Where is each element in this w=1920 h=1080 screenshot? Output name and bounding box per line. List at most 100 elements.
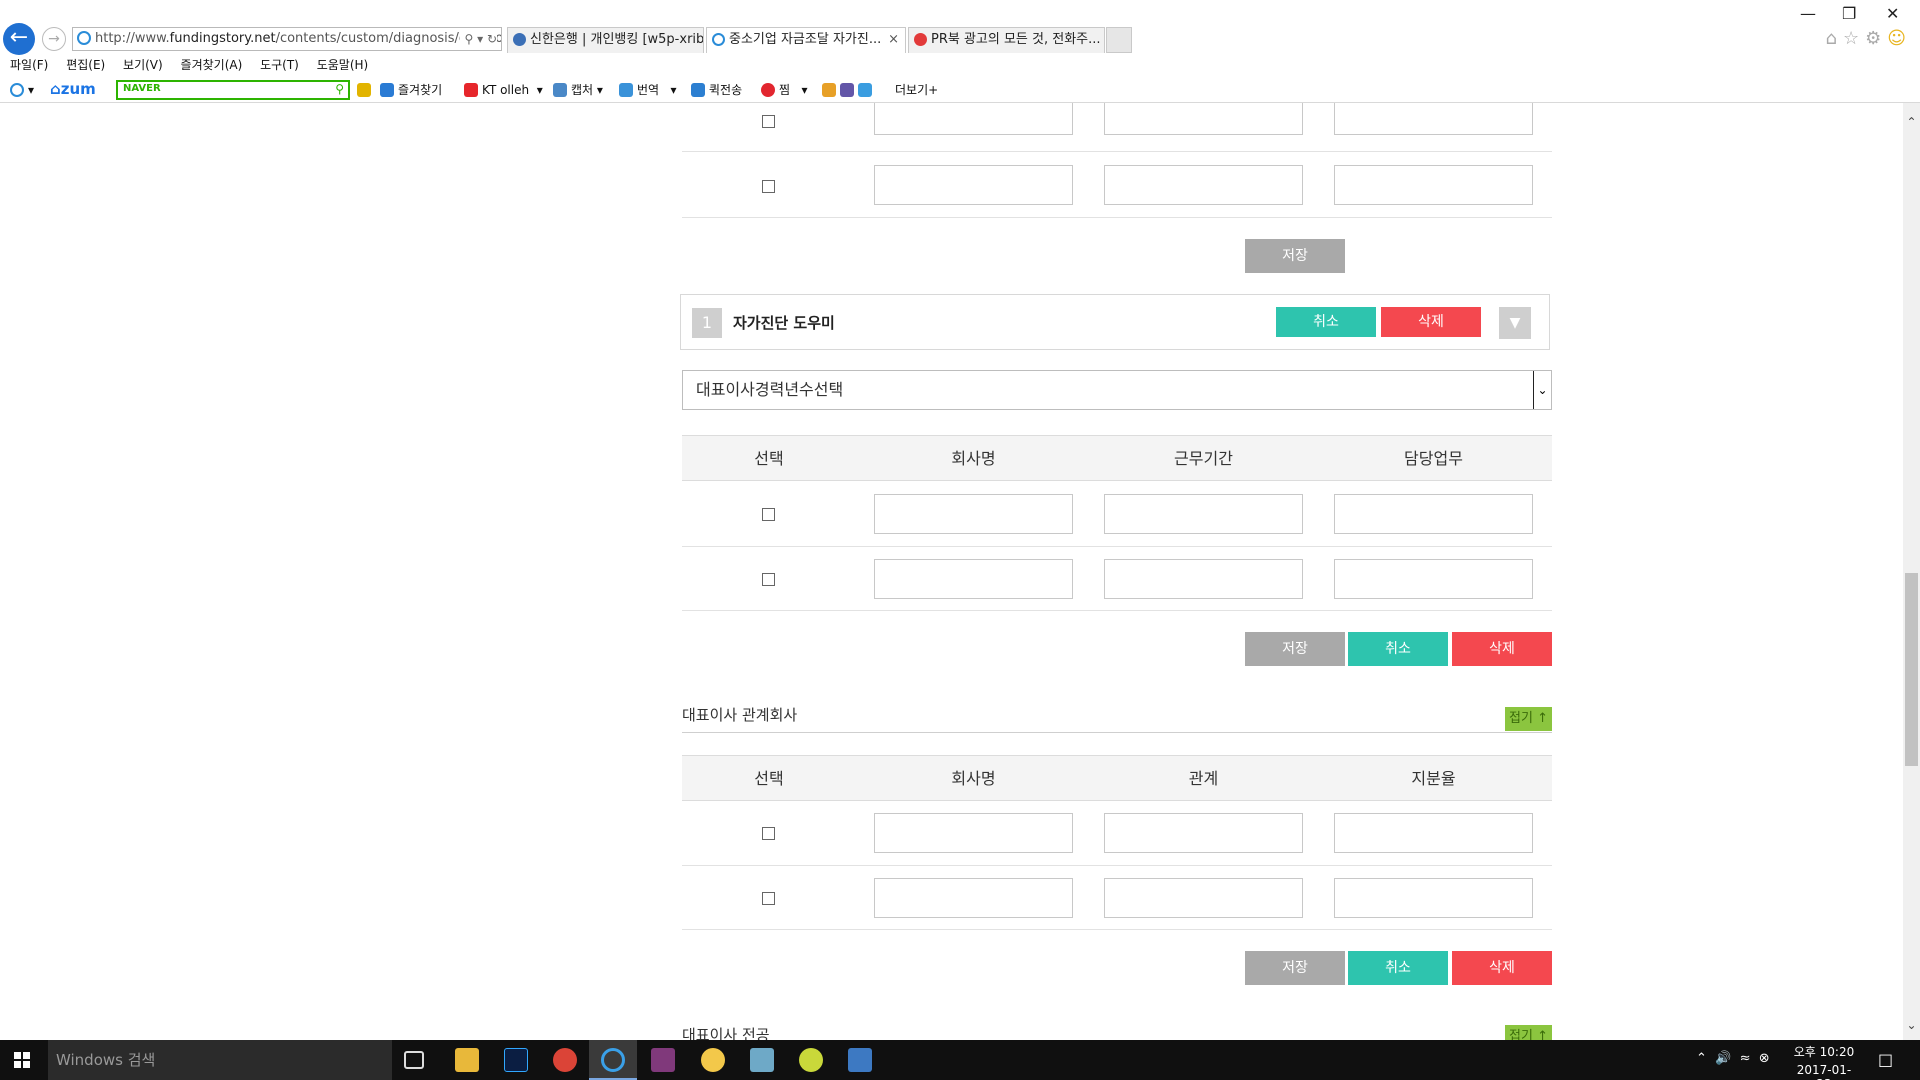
restore-button[interactable]: ❐: [1842, 4, 1856, 23]
row-checkbox[interactable]: [762, 508, 775, 521]
duty-input[interactable]: [1334, 494, 1533, 534]
clock-time: 오후 10:20: [1793, 1045, 1855, 1059]
save-button[interactable]: 저장: [1245, 632, 1345, 666]
photoshop-icon[interactable]: [504, 1048, 528, 1072]
tab-fundingstory[interactable]: 중소기업 자금조달 자가진... ×: [706, 27, 906, 53]
company-name-input[interactable]: [874, 165, 1073, 205]
cancel-button[interactable]: 취소: [1348, 951, 1448, 985]
kt-olleh-link[interactable]: KT olleh ▾: [464, 79, 543, 101]
tab-shinhan[interactable]: 신한은행 | 개인뱅킹 [w5p-xrib...: [507, 27, 704, 53]
period-input[interactable]: [1104, 559, 1303, 599]
company-name-input[interactable]: [874, 103, 1073, 135]
cancel-button[interactable]: 취소: [1348, 632, 1448, 666]
favorites-link[interactable]: 즐겨찾기: [380, 79, 442, 101]
menu-favorites[interactable]: 즐겨찾기(A): [181, 56, 243, 73]
company-name-input[interactable]: [874, 559, 1073, 599]
company-name-input[interactable]: [874, 878, 1073, 918]
tab-close-icon[interactable]: ×: [888, 28, 899, 52]
remote-desktop-icon[interactable]: [848, 1048, 872, 1072]
chevron-down-icon[interactable]: ▼: [1499, 307, 1531, 339]
minimize-button[interactable]: —: [1800, 4, 1816, 23]
company-name-input[interactable]: [874, 494, 1073, 534]
menu-tools[interactable]: 도구(T): [260, 56, 299, 73]
messenger-icon[interactable]: [799, 1048, 823, 1072]
career-years-select[interactable]: 대표이사경력년수선택 ⌄: [682, 370, 1552, 410]
address-prefix: http://www.: [95, 31, 170, 46]
fold-button[interactable]: 접기 ↑: [1505, 707, 1552, 731]
row-checkbox[interactable]: [762, 573, 775, 586]
naver-search-input[interactable]: NAVER ⚲: [116, 80, 350, 100]
star-icon[interactable]: ☆: [1843, 28, 1865, 49]
clock[interactable]: 오후 10:20 2017-01-23: [1792, 1043, 1856, 1080]
capture-link[interactable]: 캡처 ▾: [553, 79, 603, 101]
quick-send-link[interactable]: 퀵전송: [691, 79, 742, 101]
cancel-button[interactable]: 취소: [1276, 307, 1376, 337]
translate-link[interactable]: 번역 ▾: [619, 79, 677, 101]
forward-arrow-icon[interactable]: →: [42, 27, 66, 51]
more-link[interactable]: 더보기+: [895, 79, 938, 101]
search-icon[interactable]: ⚲: [464, 32, 473, 46]
tool-icons[interactable]: [822, 79, 876, 101]
ie-icon[interactable]: [601, 1048, 625, 1072]
save-button[interactable]: 저장: [1245, 239, 1345, 273]
wishlist-link[interactable]: 찜 ▾: [761, 79, 808, 101]
diagnosis-helper-bar: 1 자가진단 도우미 취소 삭제 ▼: [680, 294, 1550, 350]
address-actions[interactable]: ⚲ ▾ ↻: [460, 28, 497, 50]
save-button[interactable]: 저장: [1245, 951, 1345, 985]
relation-input[interactable]: [1104, 813, 1303, 853]
address-bar[interactable]: http://www.fundingstory.net/contents/cus…: [72, 27, 502, 51]
period-input[interactable]: [1104, 165, 1303, 205]
key-icon[interactable]: [357, 79, 375, 101]
menu-edit[interactable]: 편집(E): [66, 56, 105, 73]
tab-label: 중소기업 자금조달 자가진...: [729, 32, 882, 47]
back-arrow-icon[interactable]: ←: [3, 23, 35, 55]
tab-prbook[interactable]: PR북 광고의 모든 것, 전화주...: [908, 27, 1105, 53]
period-input[interactable]: [1104, 494, 1303, 534]
menu-file[interactable]: 파일(F): [10, 56, 48, 73]
ie-menu-icon[interactable]: ▾: [10, 79, 34, 101]
home-icon[interactable]: ⌂: [1826, 28, 1843, 49]
menu-help[interactable]: 도움말(H): [317, 56, 369, 73]
duty-input[interactable]: [1334, 559, 1533, 599]
period-input[interactable]: [1104, 103, 1303, 135]
browser-chrome: ← → http://www.fundingstory.net/contents…: [0, 0, 1920, 103]
share-ratio-input[interactable]: [1334, 813, 1533, 853]
company-name-input[interactable]: [874, 813, 1073, 853]
menu-view[interactable]: 보기(V): [123, 56, 163, 73]
scroll-down-icon[interactable]: ⌄: [1903, 1018, 1920, 1032]
zum-logo[interactable]: ⌂zum: [50, 80, 96, 98]
kakaotalk-icon[interactable]: [701, 1048, 725, 1072]
close-button[interactable]: ✕: [1886, 4, 1899, 23]
duty-input[interactable]: [1334, 103, 1533, 135]
chevron-down-icon[interactable]: ⌄: [1533, 371, 1551, 409]
vertical-scrollbar[interactable]: ⌃ ⌄: [1903, 103, 1920, 1040]
scroll-up-icon[interactable]: ⌃: [1903, 115, 1920, 129]
row-checkbox[interactable]: [762, 115, 775, 128]
notification-icon[interactable]: □: [1878, 1050, 1893, 1069]
windows-start-icon[interactable]: [14, 1052, 30, 1068]
smiley-icon[interactable]: ☺: [1887, 28, 1912, 49]
delete-button[interactable]: 삭제: [1381, 307, 1481, 337]
search-icon[interactable]: ⚲: [335, 82, 344, 96]
row-checkbox[interactable]: [762, 892, 775, 905]
onenote-icon[interactable]: [651, 1048, 675, 1072]
delete-button[interactable]: 삭제: [1452, 951, 1552, 985]
section-title: 대표이사 관계회사: [682, 706, 798, 724]
gear-icon[interactable]: ⚙: [1865, 28, 1887, 49]
tray-icons[interactable]: ⌃ 🔊 ≈ ⊗: [1696, 1051, 1770, 1066]
share-ratio-input[interactable]: [1334, 878, 1533, 918]
refresh-icon[interactable]: ↻: [487, 32, 497, 46]
file-explorer-icon[interactable]: [455, 1048, 479, 1072]
fold-button[interactable]: 접기 ↑: [1505, 1025, 1552, 1040]
relation-input[interactable]: [1104, 878, 1303, 918]
chrome-icon[interactable]: [553, 1048, 577, 1072]
delete-button[interactable]: 삭제: [1452, 632, 1552, 666]
row-checkbox[interactable]: [762, 827, 775, 840]
taskbar-search-input[interactable]: Windows 검색: [48, 1040, 392, 1080]
new-tab-button[interactable]: [1106, 27, 1132, 53]
row-checkbox[interactable]: [762, 180, 775, 193]
task-view-icon[interactable]: [404, 1051, 424, 1069]
app-icon[interactable]: [750, 1048, 774, 1072]
scrollbar-thumb[interactable]: [1905, 573, 1918, 766]
duty-input[interactable]: [1334, 165, 1533, 205]
